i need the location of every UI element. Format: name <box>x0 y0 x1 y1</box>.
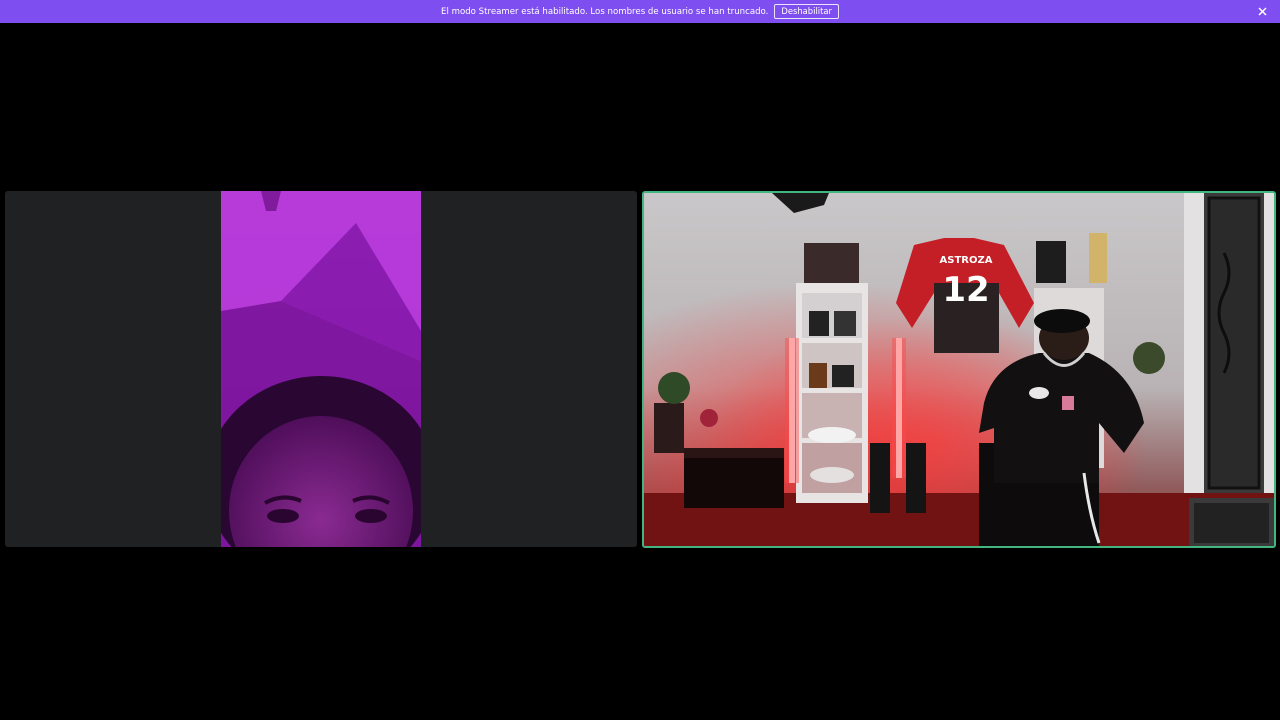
streamer-mode-banner: El modo Streamer está habilitado. Los no… <box>0 0 1280 23</box>
streamer-mode-message: El modo Streamer está habilitado. Los no… <box>441 6 769 17</box>
participant-video-tile-left[interactable] <box>5 191 637 547</box>
participant-video-tile-right[interactable]: ASTROZA 12 <box>642 191 1276 548</box>
jersey-name: ASTROZA <box>940 255 993 266</box>
video-feed: ASTROZA 12 <box>644 193 1274 546</box>
disable-streamer-mode-button[interactable]: Deshabilitar <box>774 4 839 19</box>
video-feed <box>221 191 421 547</box>
close-icon[interactable] <box>1255 4 1270 19</box>
jersey-number: 12 <box>942 270 989 310</box>
video-frame <box>221 191 421 547</box>
